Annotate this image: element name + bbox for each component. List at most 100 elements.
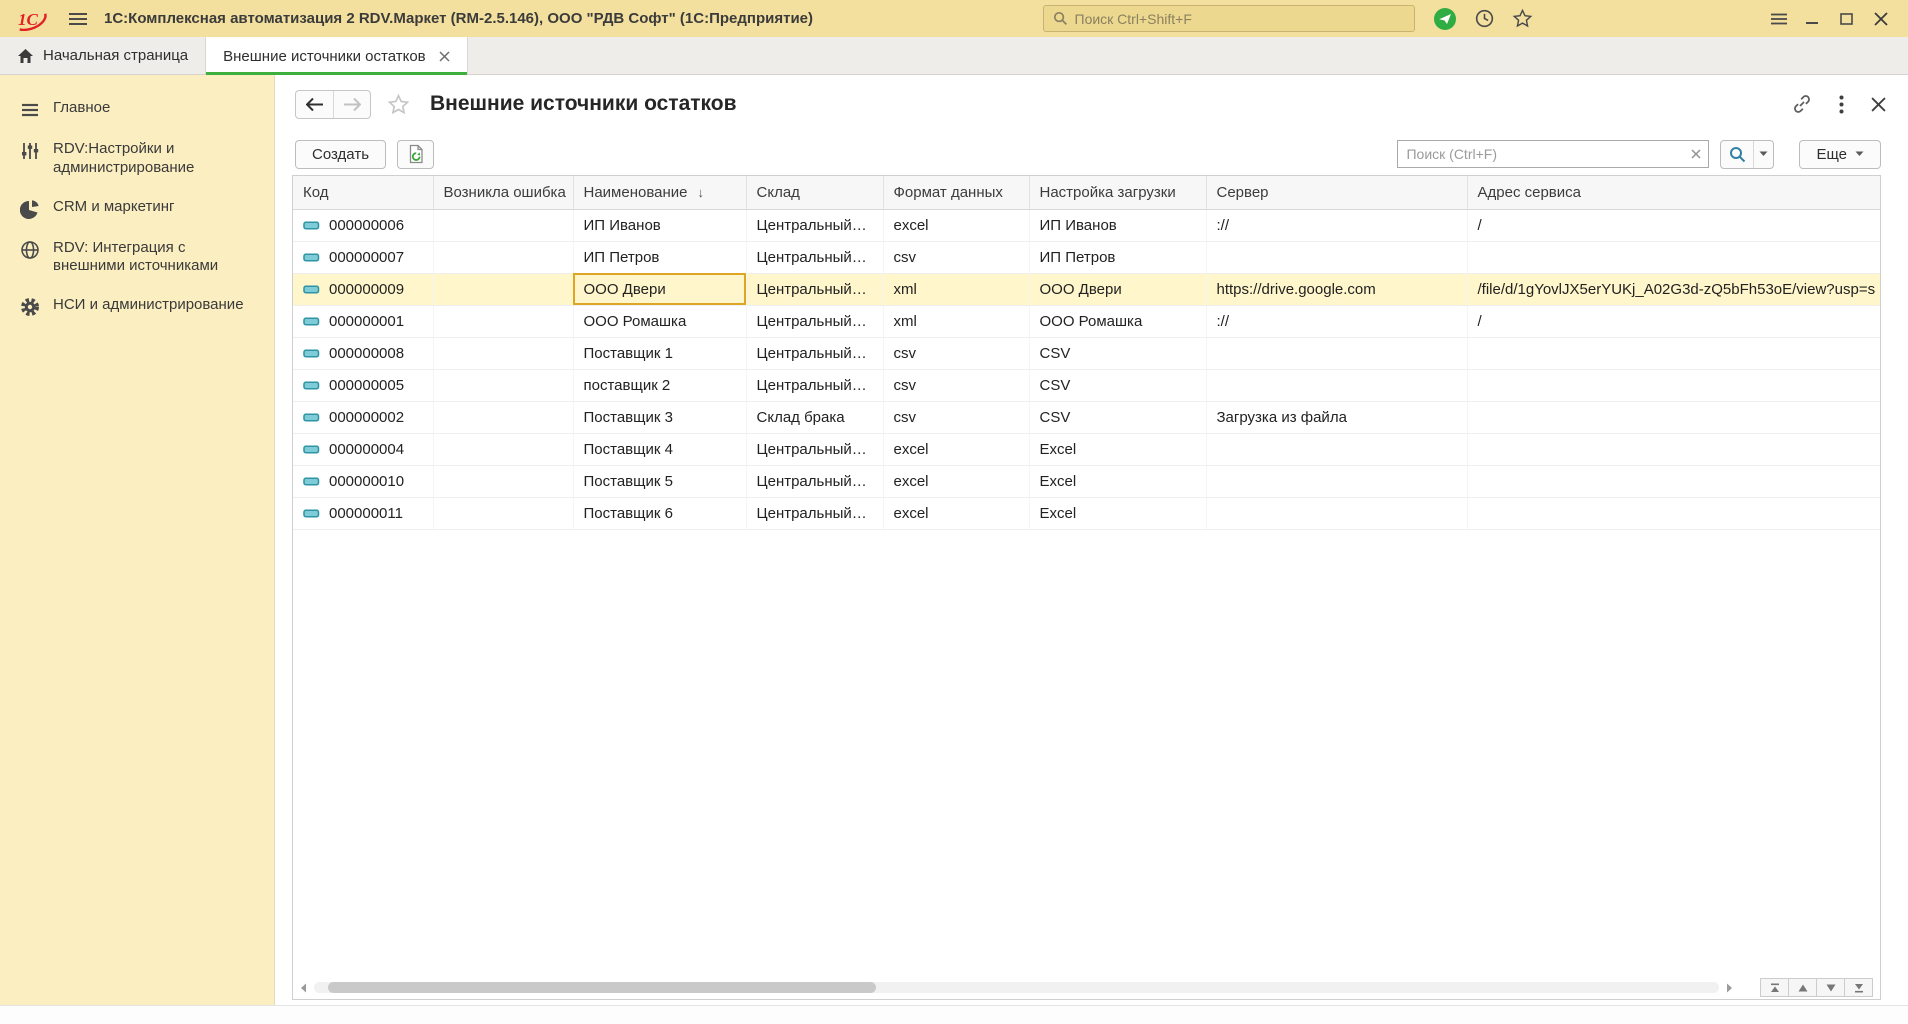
- cell-error[interactable]: [433, 337, 573, 369]
- cell-server[interactable]: [1206, 497, 1467, 529]
- hscroll-right-button[interactable]: [1726, 983, 1733, 993]
- cell-format[interactable]: excel: [883, 433, 1029, 465]
- cell-load_setting[interactable]: Excel: [1029, 497, 1206, 529]
- horizontal-scrollbar[interactable]: [314, 982, 1719, 993]
- cell-address[interactable]: [1467, 401, 1880, 433]
- discussions-icon[interactable]: [1433, 7, 1457, 31]
- table-row[interactable]: 000000009ООО ДвериЦентральный…xmlООО Две…: [293, 273, 1880, 305]
- cell-format[interactable]: csv: [883, 369, 1029, 401]
- hscroll-thumb[interactable]: [328, 982, 876, 993]
- column-header-server[interactable]: Сервер: [1206, 176, 1467, 209]
- cell-error[interactable]: [433, 433, 573, 465]
- cell-name[interactable]: Поставщик 1: [573, 337, 746, 369]
- cell-code[interactable]: 000000006: [293, 209, 433, 241]
- scroll-up-button[interactable]: [1788, 978, 1817, 997]
- cell-address[interactable]: [1467, 497, 1880, 529]
- cell-warehouse[interactable]: Центральный…: [746, 273, 883, 305]
- search-clear-icon[interactable]: [1683, 141, 1708, 167]
- column-header-address[interactable]: Адрес сервиса: [1467, 176, 1880, 209]
- cell-warehouse[interactable]: Центральный…: [746, 305, 883, 337]
- cell-server[interactable]: [1206, 465, 1467, 497]
- scroll-down-button[interactable]: [1816, 978, 1845, 997]
- scroll-top-button[interactable]: [1760, 978, 1789, 997]
- cell-address[interactable]: [1467, 241, 1880, 273]
- cell-name[interactable]: ИП Иванов: [573, 209, 746, 241]
- maximize-button[interactable]: [1830, 5, 1864, 32]
- table-row[interactable]: 000000004Поставщик 4Центральный…excelExc…: [293, 433, 1880, 465]
- cell-error[interactable]: [433, 273, 573, 305]
- cell-error[interactable]: [433, 401, 573, 433]
- cell-error[interactable]: [433, 209, 573, 241]
- cell-warehouse[interactable]: Центральный…: [746, 497, 883, 529]
- back-button[interactable]: [296, 91, 333, 118]
- cell-warehouse[interactable]: Центральный…: [746, 465, 883, 497]
- cell-address[interactable]: [1467, 465, 1880, 497]
- cell-server[interactable]: ://: [1206, 209, 1467, 241]
- column-header-code[interactable]: Код: [293, 176, 433, 209]
- cell-name[interactable]: поставщик 2: [573, 369, 746, 401]
- close-window-button[interactable]: [1864, 5, 1898, 32]
- column-header-name[interactable]: Наименование↓: [573, 176, 746, 209]
- cell-load_setting[interactable]: ИП Петров: [1029, 241, 1206, 273]
- cell-warehouse[interactable]: Склад брака: [746, 401, 883, 433]
- kebab-menu-icon[interactable]: [1839, 95, 1844, 114]
- sidebar-item-nsi-admin[interactable]: НСИ и администрирование: [0, 286, 274, 327]
- sidebar-item-rdv-integration[interactable]: RDV: Интеграция с внешними источниками: [0, 229, 274, 287]
- global-search-input[interactable]: Поиск Ctrl+Shift+F: [1043, 5, 1415, 32]
- cell-address[interactable]: [1467, 369, 1880, 401]
- tab-external-sources[interactable]: Внешние источники остатков: [206, 37, 468, 75]
- column-header-format[interactable]: Формат данных: [883, 176, 1029, 209]
- cell-code[interactable]: 000000007: [293, 241, 433, 273]
- copy-item-button[interactable]: [397, 140, 434, 169]
- favorite-star-icon[interactable]: [387, 93, 410, 116]
- cell-error[interactable]: [433, 497, 573, 529]
- tab-close-icon[interactable]: [439, 51, 450, 62]
- cell-code[interactable]: 000000010: [293, 465, 433, 497]
- cell-address[interactable]: [1467, 433, 1880, 465]
- column-header-warehouse[interactable]: Склад: [746, 176, 883, 209]
- cell-format[interactable]: excel: [883, 497, 1029, 529]
- table-row[interactable]: 000000008Поставщик 1Центральный…csvCSV: [293, 337, 1880, 369]
- table-row[interactable]: 000000007ИП ПетровЦентральный…csvИП Петр…: [293, 241, 1880, 273]
- forward-button[interactable]: [333, 91, 370, 118]
- cell-warehouse[interactable]: Центральный…: [746, 369, 883, 401]
- cell-format[interactable]: csv: [883, 241, 1029, 273]
- cell-error[interactable]: [433, 305, 573, 337]
- table-row[interactable]: 000000005поставщик 2Центральный…csvCSV: [293, 369, 1880, 401]
- table-row[interactable]: 000000006ИП ИвановЦентральный…excelИП Ив…: [293, 209, 1880, 241]
- table-row[interactable]: 000000001ООО РомашкаЦентральный…xmlООО Р…: [293, 305, 1880, 337]
- list-search-input[interactable]: [1398, 141, 1683, 167]
- cell-load_setting[interactable]: Excel: [1029, 433, 1206, 465]
- cell-code[interactable]: 000000009: [293, 273, 433, 305]
- cell-code[interactable]: 000000005: [293, 369, 433, 401]
- scroll-bottom-button[interactable]: [1844, 978, 1873, 997]
- cell-load_setting[interactable]: Excel: [1029, 465, 1206, 497]
- cell-format[interactable]: excel: [883, 209, 1029, 241]
- cell-warehouse[interactable]: Центральный…: [746, 241, 883, 273]
- cell-load_setting[interactable]: ИП Иванов: [1029, 209, 1206, 241]
- cell-name[interactable]: ООО Двери: [573, 273, 746, 305]
- column-header-error[interactable]: Возникла ошибка: [433, 176, 573, 209]
- cell-warehouse[interactable]: Центральный…: [746, 433, 883, 465]
- copy-link-icon[interactable]: [1792, 94, 1812, 114]
- cell-load_setting[interactable]: CSV: [1029, 337, 1206, 369]
- cell-server[interactable]: Загрузка из файла: [1206, 401, 1467, 433]
- cell-code[interactable]: 000000008: [293, 337, 433, 369]
- cell-warehouse[interactable]: Центральный…: [746, 337, 883, 369]
- sidebar-item-main[interactable]: Главное: [0, 89, 274, 130]
- cell-code[interactable]: 000000002: [293, 401, 433, 433]
- cell-error[interactable]: [433, 241, 573, 273]
- create-button[interactable]: Создать: [295, 140, 386, 169]
- cell-address[interactable]: /: [1467, 209, 1880, 241]
- favorites-star-icon[interactable]: [1512, 8, 1533, 29]
- search-dropdown-icon[interactable]: [1753, 141, 1773, 168]
- cell-format[interactable]: xml: [883, 305, 1029, 337]
- cell-server[interactable]: [1206, 241, 1467, 273]
- cell-load_setting[interactable]: ООО Ромашка: [1029, 305, 1206, 337]
- minimize-button[interactable]: [1796, 5, 1830, 32]
- close-form-button[interactable]: [1871, 97, 1886, 112]
- cell-address[interactable]: /: [1467, 305, 1880, 337]
- cell-address[interactable]: [1467, 337, 1880, 369]
- cell-code[interactable]: 000000004: [293, 433, 433, 465]
- more-button[interactable]: Еще: [1799, 140, 1881, 169]
